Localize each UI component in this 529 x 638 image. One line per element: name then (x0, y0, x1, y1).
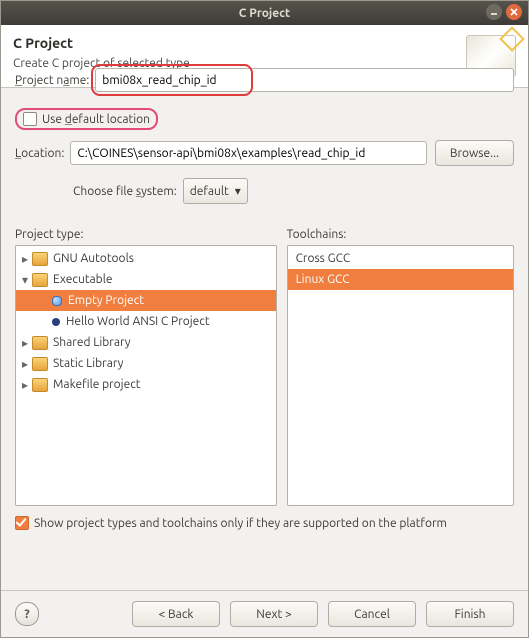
browse-button[interactable]: Browse... (435, 140, 514, 166)
folder-icon (32, 357, 48, 371)
cancel-button[interactable]: Cancel (328, 601, 416, 627)
project-name-label-real: Project name: (15, 74, 89, 87)
tree-item-label: GNU Autotools (53, 252, 134, 265)
dialog-title: C Project (13, 35, 458, 51)
project-template-icon (52, 296, 62, 306)
ptype-executable[interactable]: ▾ Executable (16, 269, 276, 290)
folder-icon (32, 336, 48, 350)
type-toolchain-pane: Project type: ▸ GNU Autotools ▾ Executab… (15, 228, 514, 506)
help-button[interactable]: ? (15, 602, 39, 626)
back-button[interactable]: < Back (132, 601, 220, 627)
window-buttons (486, 4, 522, 20)
tree-item-label: Makefile project (53, 378, 141, 391)
folder-icon (32, 378, 48, 392)
chevron-down-icon: ▾ (235, 184, 241, 198)
toolchains-list[interactable]: Cross GCC Linux GCC (287, 245, 514, 506)
use-default-location-label: Use default location (42, 113, 150, 126)
use-default-location-row: Use default location (15, 108, 514, 130)
minimize-icon (490, 8, 498, 16)
toolchains-column: Toolchains: Cross GCC Linux GCC (287, 228, 514, 506)
project-type-label: Project type: (15, 228, 277, 241)
filter-label: Show project types and toolchains only i… (34, 517, 447, 530)
ptype-shared-library[interactable]: ▸ Shared Library (16, 332, 276, 353)
project-type-tree[interactable]: ▸ GNU Autotools ▾ Executable Empty Proje… (15, 245, 277, 506)
list-item-label: Linux GCC (296, 273, 350, 286)
collapse-arrow-icon: ▾ (20, 273, 30, 287)
project-template-icon (52, 318, 60, 326)
next-button[interactable]: Next > (230, 601, 318, 627)
ptype-makefile-project[interactable]: ▸ Makefile project (16, 374, 276, 395)
location-input[interactable] (70, 141, 427, 165)
ptype-empty-project[interactable]: Empty Project (16, 290, 276, 311)
project-name-row-real: Project name: (15, 68, 514, 92)
filesystem-value: default (190, 185, 229, 198)
tree-item-label: Executable (53, 273, 112, 286)
use-default-location-checkbox[interactable] (23, 112, 37, 126)
toolchains-label: Toolchains: (287, 228, 514, 241)
project-name-field[interactable] (95, 68, 514, 92)
finish-button[interactable]: Finish (426, 601, 514, 627)
close-icon (510, 8, 518, 16)
filesystem-combo[interactable]: default ▾ (183, 178, 248, 204)
expand-arrow-icon: ▸ (20, 357, 30, 371)
expand-arrow-icon: ▸ (20, 252, 30, 266)
project-type-column: Project type: ▸ GNU Autotools ▾ Executab… (15, 228, 277, 506)
toolchain-linux-gcc[interactable]: Linux GCC (288, 269, 513, 290)
ptype-static-library[interactable]: ▸ Static Library (16, 353, 276, 374)
expand-arrow-icon: ▸ (20, 336, 30, 350)
tree-item-label: Hello World ANSI C Project (66, 315, 210, 328)
ptype-hello-world[interactable]: Hello World ANSI C Project (16, 311, 276, 332)
filter-checkbox-label[interactable]: Show project types and toolchains only i… (15, 516, 514, 530)
location-row: Location: Browse... (15, 140, 514, 166)
filter-row: Show project types and toolchains only i… (15, 506, 514, 530)
tree-item-label: Empty Project (68, 294, 144, 307)
filesystem-row: Choose file system: default ▾ (73, 178, 514, 204)
dialog-body: Project name: /* overlay trick: render o… (1, 88, 528, 590)
list-item-label: Cross GCC (296, 252, 351, 265)
toolchain-cross-gcc[interactable]: Cross GCC (288, 248, 513, 269)
folder-icon (32, 273, 48, 287)
dialog-window: C Project C Project Create C project of … (0, 0, 529, 638)
location-label: Location: (15, 147, 64, 160)
dialog-footer: ? < Back Next > Cancel Finish (1, 590, 528, 637)
expand-arrow-icon: ▸ (20, 378, 30, 392)
window-title: C Project (1, 7, 528, 20)
ptype-gnu-autotools[interactable]: ▸ GNU Autotools (16, 248, 276, 269)
folder-icon (32, 252, 48, 266)
titlebar: C Project (1, 1, 528, 25)
minimize-button[interactable] (486, 4, 502, 20)
tree-item-label: Static Library (53, 357, 123, 370)
highlight-use-default-location: Use default location (15, 108, 158, 130)
tree-item-label: Shared Library (53, 336, 131, 349)
filter-checkbox[interactable] (15, 516, 29, 530)
choose-fs-label: Choose file system: (73, 185, 177, 198)
close-button[interactable] (506, 4, 522, 20)
